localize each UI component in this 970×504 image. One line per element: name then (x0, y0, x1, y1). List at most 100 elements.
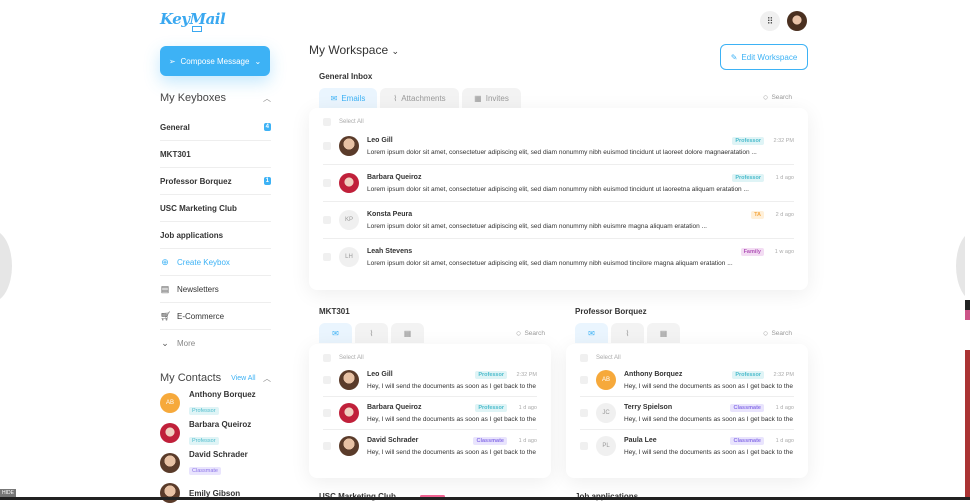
message-row[interactable]: JC Terry Spielson Classmate 1 d ago Hey, I w… (580, 397, 794, 430)
sender-tag: Professor (475, 403, 507, 412)
keybox-newsletters[interactable]: ▤ Newsletters (160, 276, 271, 303)
chevron-down-icon: ⌄ (391, 46, 400, 56)
message-row[interactable]: Barbara Queiroz Professor 1 d ago Lorem ips… (323, 165, 794, 202)
checkbox[interactable] (580, 409, 588, 417)
message-preview: Hey, I will send the documents as soon a… (624, 448, 794, 456)
avatar (339, 403, 359, 423)
avatar (160, 423, 180, 443)
message-row[interactable]: Barbara Queiroz Professor 1 d ago Hey, I wi… (323, 397, 537, 430)
checkbox[interactable] (323, 376, 331, 384)
keybox-item[interactable]: MKT301 (160, 141, 271, 168)
checkbox[interactable] (580, 354, 588, 362)
apps-grid-icon[interactable]: ⠿ (760, 11, 780, 31)
keybox-item[interactable]: USC Marketing Club (160, 195, 271, 222)
message-row[interactable]: David Schrader Classmate 1 d ago Hey, I wil… (323, 430, 537, 462)
tab-emails[interactable]: ✉ Emails (319, 88, 377, 108)
chevron-up-icon[interactable]: ︿ (263, 93, 271, 104)
unread-badge: 1 (263, 177, 271, 185)
keybox-label: Professor Borquez (160, 176, 232, 186)
checkbox[interactable] (580, 442, 588, 450)
hide-button[interactable]: HIDE (0, 489, 16, 497)
sender-tag: Professor (732, 370, 764, 379)
mail-icon: ✉ (588, 328, 595, 338)
keybox-item[interactable]: Professor Borquez 1 (160, 168, 271, 195)
keybox-item[interactable]: Job applications (160, 222, 271, 249)
chevron-up-icon[interactable]: ︿ (263, 373, 271, 384)
keybox-ecommerce[interactable]: 🛒︎ E-Commerce (160, 303, 271, 330)
keybox-list: General 4 MKT301 Professor Borquez 1 USC Mark… (160, 114, 271, 357)
checkbox[interactable] (323, 409, 331, 417)
checkbox[interactable] (323, 118, 331, 126)
compose-message-button[interactable]: ➢ Compose Message ⌄ (160, 46, 270, 76)
sender-tag: Classmate (730, 436, 764, 445)
message-preview: Hey, I will send the documents as soon a… (367, 382, 537, 390)
message-row[interactable]: LH Leah Stevens Family 1 w ago Lorem ipsum d… (323, 239, 794, 275)
contact-item[interactable]: Emily Gibson (160, 482, 271, 504)
tab-emails[interactable]: ✉ (575, 323, 608, 343)
contact-item[interactable]: Barbara Queiroz Professor (160, 420, 271, 445)
search-icon: ○ (516, 328, 522, 338)
section-title: Professor Borquez (575, 307, 647, 316)
tab-attachments[interactable]: ⌇ (611, 323, 644, 343)
mkt-tabs: ✉ ⌇ ▦ (319, 323, 424, 343)
sender-name: Konsta Peura (367, 211, 413, 218)
checkbox[interactable] (323, 179, 331, 187)
timestamp: 2:32 PM (773, 371, 794, 378)
sender-name: Barbara Queiroz (367, 404, 422, 411)
tab-emails[interactable]: ✉ (319, 323, 352, 343)
checkbox[interactable] (580, 376, 588, 384)
avatar (339, 436, 359, 456)
workspace-dropdown[interactable]: My Workspace ⌄ (309, 43, 399, 57)
select-all[interactable]: Select All (323, 116, 794, 128)
checkbox[interactable] (323, 216, 331, 224)
contact-tag: Professor (189, 436, 219, 445)
professor-card: Select All AB Anthony Borquez Professor 2:32… (566, 344, 808, 478)
checkbox[interactable] (323, 253, 331, 261)
avatar: PL (596, 436, 616, 456)
keybox-create[interactable]: ⊕ Create Keybox (160, 249, 271, 276)
message-row[interactable]: Leo Gill Professor 2:32 PM Hey, I will send… (323, 364, 537, 397)
search-button[interactable]: ○ Search (763, 92, 792, 102)
sender-name: Anthony Borquez (624, 371, 683, 378)
view-all-link[interactable]: View All (231, 375, 255, 382)
message-preview: Lorem ipsum dolor sit amet, consectetuer… (367, 185, 749, 193)
contact-item[interactable]: AB Anthony Borquez Professor (160, 389, 271, 415)
keybox-more[interactable]: ⌄ More (160, 330, 271, 357)
contact-name: Anthony Borquez (189, 389, 256, 399)
ecommerce-label: E-Commerce (177, 311, 225, 321)
checkbox[interactable] (323, 442, 331, 450)
select-all-label: Select All (339, 355, 364, 361)
search-button[interactable]: ○ Search (516, 328, 545, 338)
edit-workspace-button[interactable]: ✎ Edit Workspace (720, 44, 808, 70)
tab-attachments[interactable]: ⌇ (355, 323, 388, 343)
sender-tag: TA (751, 210, 764, 219)
sender-tag: Professor (475, 370, 507, 379)
tab-invites[interactable]: ▦ (647, 323, 680, 343)
calendar-icon: ▦ (474, 93, 482, 103)
tab-invites[interactable]: ▦ (391, 323, 424, 343)
message-row[interactable]: AB Anthony Borquez Professor 2:32 PM Hey, I … (580, 364, 794, 397)
cart-icon: 🛒︎ (160, 310, 172, 321)
timestamp: 1 d ago (518, 437, 537, 444)
search-button[interactable]: ○ Search (763, 328, 792, 338)
contact-item[interactable]: David Schrader Classmate (160, 450, 271, 475)
paperclip-icon: ⌇ (625, 328, 630, 338)
tab-invites[interactable]: ▦ Invites (462, 88, 521, 108)
select-all[interactable]: Select All (323, 352, 537, 364)
keymail-logo[interactable]: KeyMail (160, 10, 226, 32)
message-preview: Lorem ipsum dolor sit amet, consectetuer… (367, 259, 733, 267)
checkbox[interactable] (323, 354, 331, 362)
newspaper-icon: ▤ (160, 283, 170, 294)
prev-arrow-button[interactable] (0, 230, 12, 302)
user-avatar[interactable] (787, 11, 807, 31)
select-all[interactable]: Select All (580, 352, 794, 364)
tab-attachments[interactable]: ⌇ Attachments (380, 88, 459, 108)
message-row[interactable]: Leo Gill Professor 2:32 PM Lorem ipsum dolo… (323, 128, 794, 165)
select-all-label: Select All (596, 355, 621, 361)
checkbox[interactable] (323, 142, 331, 150)
keyboxes-header[interactable]: My Keyboxes ︿ (160, 92, 271, 104)
message-row[interactable]: KP Konsta Peura TA 2 d ago Lorem ipsum dolor… (323, 202, 794, 239)
sender-name: Leo Gill (367, 371, 393, 378)
message-row[interactable]: PL Paula Lee Classmate 1 d ago Hey, I will s… (580, 430, 794, 462)
keybox-item[interactable]: General 4 (160, 114, 271, 141)
